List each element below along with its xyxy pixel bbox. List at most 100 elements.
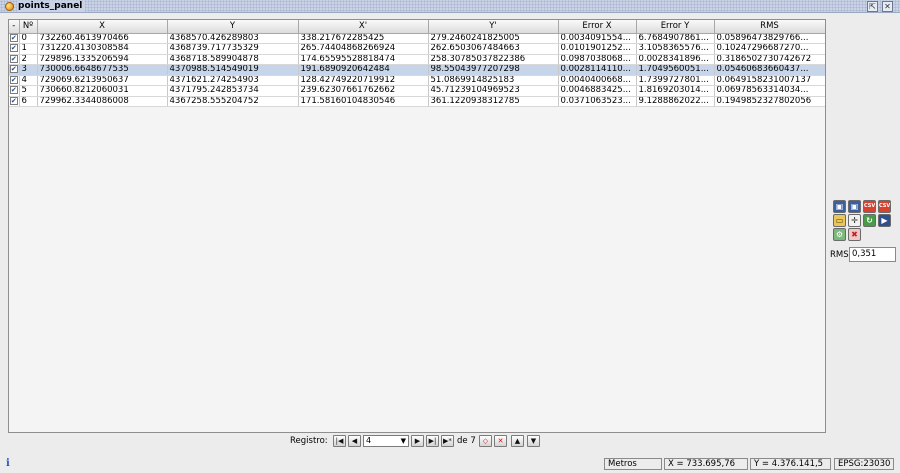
export-csv-icon[interactable]: CSV: [863, 200, 876, 213]
first-record-button[interactable]: |◀: [333, 435, 346, 447]
table-cell: 4368718.589904878: [167, 54, 299, 65]
table-cell: 0.1949852327802056: [714, 96, 825, 107]
table-row[interactable]: ✔ 4 729069.6213950637 4371621.274254903 128.…: [9, 75, 825, 86]
table-cell: 1.8169203014...: [636, 85, 715, 97]
table-cell: 729962.3344086008: [37, 96, 168, 107]
save-icon[interactable]: ▣: [833, 200, 846, 213]
table-cell: 9.1288862022...: [636, 96, 715, 107]
table-cell: 1.7049560051...: [636, 64, 715, 76]
column-header[interactable]: X': [298, 20, 429, 34]
record-label: Registro:: [290, 436, 328, 446]
table-cell: 258.30785037822386: [428, 54, 559, 65]
column-header[interactable]: X: [37, 20, 168, 34]
table-cell: 262.6503067484663: [428, 43, 559, 55]
table-header: - Nº X Y X' Y' Error X Error Y RMS: [9, 20, 825, 34]
move-down-icon[interactable]: ▼: [527, 435, 540, 447]
table-cell: 338.217672285425: [298, 33, 429, 44]
table-cell: 4368739.717735329: [167, 43, 299, 55]
table-row[interactable]: ✔ 0 732260.4613970466 4368570.426289803 338.…: [9, 33, 825, 44]
table-cell: 0.0987038068...: [558, 54, 637, 65]
row-checkbox[interactable]: ✔: [9, 75, 18, 84]
delete-all-icon[interactable]: ✖: [848, 228, 861, 241]
undock-icon[interactable]: ⇱: [867, 1, 878, 12]
table-cell: 4371621.274254903: [167, 75, 299, 86]
table-cell: 0.05460683660437...: [714, 64, 825, 76]
table-cell: 0.0028341896...: [636, 54, 715, 65]
row-checkbox[interactable]: ✔: [9, 65, 18, 73]
table-row[interactable]: ✔ 1 731220.4130308584 4368739.717735329 265.…: [9, 43, 825, 55]
row-checkbox[interactable]: ✔: [9, 96, 18, 105]
table-cell: 174.65595528818474: [298, 54, 429, 65]
app-icon: [5, 2, 14, 11]
table-cell: 729896.1335206594: [37, 54, 168, 65]
table-row[interactable]: ✔ 6 729962.3344086008 4367258.555204752 171.…: [9, 96, 825, 107]
table-cell: 0.0101901252...: [558, 43, 637, 55]
row-checkbox-cell: ✔: [9, 64, 20, 76]
refresh-icon[interactable]: ↻: [863, 214, 876, 227]
column-header[interactable]: -: [9, 20, 20, 34]
table-cell: 4370988.514549019: [167, 64, 299, 76]
table-cell: 191.6890920642484: [298, 64, 429, 76]
row-checkbox[interactable]: ✔: [9, 54, 18, 63]
table-cell: 4: [19, 75, 38, 86]
title-bar: points_panel ⇱ ✕: [0, 0, 900, 13]
table-cell: 265.74404868266924: [298, 43, 429, 55]
table-row[interactable]: ✔ 5 730660.8212060031 4371795.242853734 239.…: [9, 85, 825, 97]
table-cell: 0.3186502730742672: [714, 54, 825, 65]
save-as-icon[interactable]: ▣: [848, 200, 861, 213]
delete-record-icon[interactable]: ✕: [494, 435, 507, 447]
table-cell: 4367258.555204752: [167, 96, 299, 107]
column-header[interactable]: Error Y: [636, 20, 715, 34]
table-cell: 730660.8212060031: [37, 85, 168, 97]
row-checkbox[interactable]: ✔: [9, 33, 18, 42]
last-record-button[interactable]: ▶|: [426, 435, 439, 447]
folder-open-icon[interactable]: ▭: [833, 214, 846, 227]
close-icon[interactable]: ✕: [882, 1, 893, 12]
transform-icon[interactable]: ▶: [878, 214, 891, 227]
clear-record-icon[interactable]: ◇: [479, 435, 492, 447]
table-row[interactable]: ✔ 2 729896.1335206594 4368718.589904878 174.…: [9, 54, 825, 65]
center-point-icon[interactable]: ✛: [848, 214, 861, 227]
table-cell: 4371795.242853734: [167, 85, 299, 97]
window-title: points_panel: [17, 1, 86, 12]
record-select[interactable]: 4 ▼: [363, 435, 409, 447]
record-current: 4: [366, 436, 372, 445]
column-header[interactable]: Error X: [558, 20, 637, 34]
row-checkbox-cell: ✔: [9, 43, 20, 55]
table-cell: 45.71239104969523: [428, 85, 559, 97]
table-cell: 0.0040400668...: [558, 75, 637, 86]
rms-field[interactable]: 0,351: [849, 247, 896, 262]
import-csv-icon[interactable]: CSV: [878, 200, 891, 213]
epsg-field: EPSG:23030: [834, 458, 894, 470]
row-checkbox[interactable]: ✔: [9, 44, 18, 52]
new-record-button[interactable]: ▶*: [441, 435, 454, 447]
table-cell: 98.55043977207298: [428, 64, 559, 76]
info-icon[interactable]: i: [6, 458, 10, 469]
next-record-button[interactable]: ▶: [411, 435, 424, 447]
table-cell: 239.62307661762662: [298, 85, 429, 97]
table-cell: 0.0028114110...: [558, 64, 637, 76]
row-checkbox-cell: ✔: [9, 96, 20, 107]
table-cell: 0.0649158231007137: [714, 75, 825, 86]
table-cell: 1: [19, 43, 38, 55]
move-up-icon[interactable]: ▲: [511, 435, 524, 447]
column-header[interactable]: RMS: [714, 20, 825, 34]
table-cell: 3: [19, 64, 38, 76]
table-cell: 2: [19, 54, 38, 65]
table-cell: 0.10247296687270...: [714, 43, 825, 55]
table-cell: 732260.4613970466: [37, 33, 168, 44]
table-cell: 0.0046883425...: [558, 85, 637, 97]
table-body: ✔ 0 732260.4613970466 4368570.426289803 338.…: [9, 33, 825, 107]
table-row[interactable]: ✔ 3 730006.6648677535 4370988.514549019 191.…: [9, 64, 825, 76]
column-header[interactable]: Y': [428, 20, 559, 34]
table-cell: 731220.4130308584: [37, 43, 168, 55]
table-cell: 128.42749220719912: [298, 75, 429, 86]
record-count: de 7: [457, 436, 476, 446]
column-header[interactable]: Nº: [19, 20, 38, 34]
row-checkbox-cell: ✔: [9, 85, 20, 97]
column-header[interactable]: Y: [167, 20, 299, 34]
row-checkbox[interactable]: ✔: [9, 86, 18, 94]
record-navigation: Registro: |◀ ◀ 4 ▼ ▶ ▶| ▶* de 7 ◇ ✕ ▲ ▼: [0, 434, 900, 448]
previous-record-button[interactable]: ◀: [348, 435, 361, 447]
settings-icon[interactable]: ⚙: [833, 228, 846, 241]
